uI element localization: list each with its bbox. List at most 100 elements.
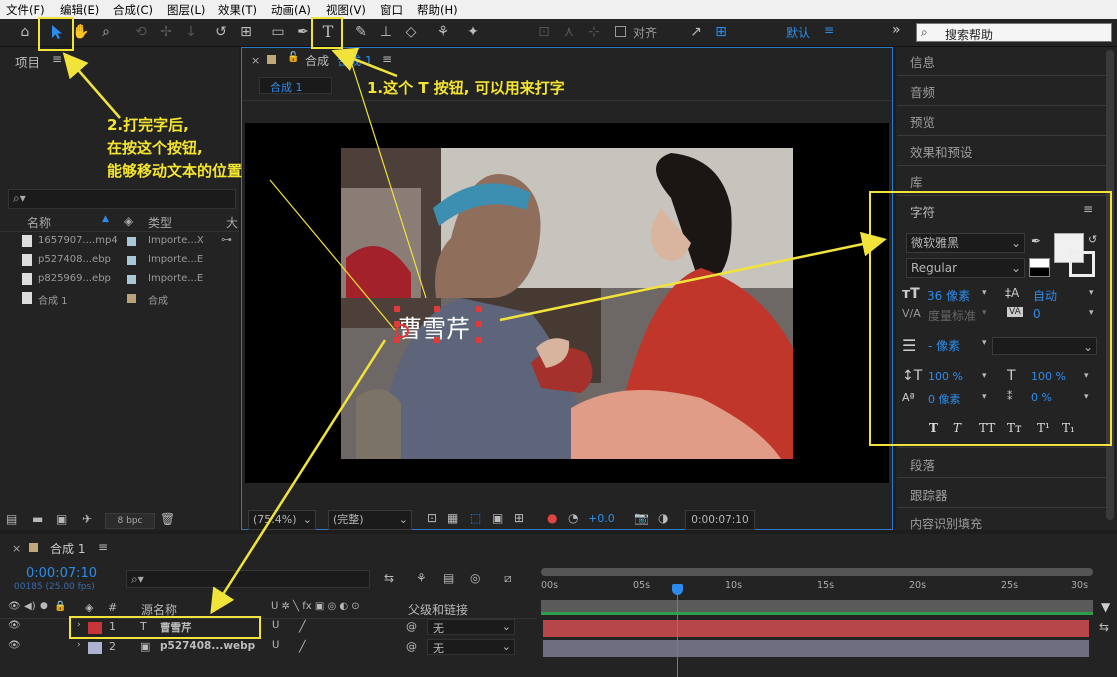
mask-path-icon[interactable]: ⬚	[470, 511, 481, 525]
exposure-value[interactable]: +0.0	[588, 512, 615, 525]
expand-arrow-icon[interactable]: ›	[77, 640, 81, 650]
sort-ascending-icon[interactable]: ▲	[102, 214, 109, 224]
layer-duration-bar[interactable]	[543, 620, 1089, 637]
new-composition-icon[interactable]: ▣	[56, 512, 67, 526]
comp-menu-icon[interactable]: ≡	[382, 52, 392, 66]
transparency-grid-icon[interactable]: ▦	[447, 511, 458, 525]
channel-icon[interactable]: ●	[547, 511, 557, 525]
layer-row[interactable]: 👁 › 2 ▣ p527408...webp ᑌ ╱ @ 无 ⌄	[0, 638, 537, 658]
video-switch-icon[interactable]: 👁	[8, 601, 21, 612]
menu-file[interactable]: 文件(F)	[6, 2, 45, 18]
rotate-camera-icon[interactable]: ⟲	[130, 21, 152, 43]
region-of-interest-icon[interactable]: ⊡	[427, 511, 437, 525]
current-time[interactable]: 0:00:07:10	[26, 566, 97, 581]
world-axis-icon[interactable]: ⋏	[558, 21, 580, 43]
interpret-footage-icon[interactable]: ▤	[6, 512, 17, 526]
motion-blur-icon[interactable]: ◎	[470, 571, 480, 585]
audio-switch-icon[interactable]: ◀)	[24, 601, 36, 612]
col-extra[interactable]: 大	[226, 214, 238, 231]
project-item[interactable]: 1657907....mp4 Importe...X ⊶	[0, 232, 240, 251]
trash-icon[interactable]: 🗑	[160, 512, 175, 526]
time-graph[interactable]: 00s 05s 10s 15s 20s 25s 30s	[537, 564, 1103, 677]
comp-tab-name[interactable]: 合成 1	[337, 52, 372, 69]
eye-icon[interactable]: 👁	[8, 640, 21, 651]
project-search-input[interactable]: ⌕▾	[8, 189, 236, 209]
panel-tracker[interactable]: 跟踪器	[910, 485, 948, 504]
new-folder-icon[interactable]: ▬	[32, 512, 43, 526]
layer-label-color[interactable]	[88, 642, 102, 654]
comp-mini-flowchart-icon[interactable]: ⇆	[384, 571, 394, 585]
panel-paragraph[interactable]: 段落	[910, 455, 935, 474]
clone-stamp-tool-icon[interactable]: ⊥	[375, 21, 397, 43]
col-name[interactable]: 名称	[27, 214, 51, 231]
guides-icon[interactable]: ▣	[492, 511, 503, 525]
zoom-out-icon[interactable]: ▼	[1101, 600, 1110, 614]
shy-switch-icon[interactable]: ᑌ	[272, 620, 279, 631]
keyframe-nav-icon[interactable]: ⇆	[1099, 620, 1109, 634]
pickwhip-icon[interactable]: @	[406, 640, 417, 653]
expand-icon[interactable]: »	[892, 22, 901, 38]
quality-switch-icon[interactable]: ╱	[299, 640, 306, 653]
home-icon[interactable]: ⌂	[14, 21, 36, 43]
snap-grid-icon[interactable]: ⊞	[710, 21, 732, 43]
composition-viewer[interactable]: 曹雪芹	[245, 123, 889, 483]
label-tag-icon[interactable]: ◈	[124, 214, 133, 228]
panel-effects-presets[interactable]: 效果和预设	[910, 142, 973, 161]
lock-switch-icon[interactable]: 🔒	[54, 601, 66, 612]
viewer-timecode[interactable]: 0:00:07:10	[685, 510, 755, 530]
pan-behind-tool-icon[interactable]: ⊞	[235, 21, 257, 43]
timeline-tab[interactable]: 合成 1	[50, 540, 85, 557]
eye-icon[interactable]: 👁	[8, 620, 21, 631]
resolution-dropdown[interactable]: (完整) ⌄	[328, 510, 412, 530]
menu-help[interactable]: 帮助(H)	[417, 2, 458, 18]
close-icon[interactable]: ×	[251, 54, 260, 67]
pan-camera-icon[interactable]: ✢	[155, 21, 177, 43]
menu-composition[interactable]: 合成(C)	[113, 2, 153, 18]
rectangle-tool-icon[interactable]: ▭	[267, 21, 289, 43]
time-ruler[interactable]: 00s 05s 10s 15s 20s 25s 30s	[541, 580, 1093, 598]
timeline-search-input[interactable]: ⌕▾	[126, 570, 370, 588]
menu-window[interactable]: 窗口	[380, 2, 403, 18]
rotation-tool-icon[interactable]: ↺	[210, 21, 232, 43]
parent-header[interactable]: 父级和链接	[408, 601, 468, 618]
puppet-pin-icon[interactable]: ✦	[462, 21, 484, 43]
panel-content-aware-fill[interactable]: 内容识别填充	[910, 515, 982, 532]
solo-switch-icon[interactable]: ●	[40, 601, 48, 611]
grid-options-icon[interactable]: ⊞	[514, 511, 524, 525]
layer-name[interactable]: p527408...webp	[160, 640, 255, 652]
project-item[interactable]: 合成 1 合成	[0, 289, 240, 308]
canvas-text-layer[interactable]: 曹雪芹	[394, 306, 482, 343]
menu-view[interactable]: 视图(V)	[326, 2, 366, 18]
snap-checkbox[interactable]	[615, 26, 626, 37]
layer-duration-bar[interactable]	[543, 640, 1089, 657]
lock-icon[interactable]: 🔓	[287, 52, 299, 63]
snap-options-icon[interactable]: ↗	[685, 21, 707, 43]
comp-breadcrumb[interactable]: 合成 1	[259, 77, 332, 94]
project-item[interactable]: p825969...ebp Importe...E	[0, 270, 240, 289]
brush-tool-icon[interactable]: ✎	[350, 21, 372, 43]
work-area-bar[interactable]	[541, 568, 1093, 576]
menu-animation[interactable]: 动画(A)	[271, 2, 311, 18]
menu-edit[interactable]: 编辑(E)	[60, 2, 99, 18]
view-axis-icon[interactable]: ⊹	[583, 21, 605, 43]
graph-editor-icon[interactable]: ⧄	[504, 571, 512, 586]
dolly-camera-icon[interactable]: ↓	[180, 21, 202, 43]
close-icon[interactable]: ×	[12, 542, 21, 555]
frame-blending-icon[interactable]: ▤	[443, 571, 454, 585]
snapshot-icon[interactable]: 📷	[634, 511, 649, 525]
help-search-input[interactable]: ⌕ 搜索帮助	[916, 23, 1112, 42]
project-item[interactable]: p527408...ebp Importe...E	[0, 251, 240, 270]
show-snapshot-icon[interactable]: ◑	[658, 511, 668, 525]
project-menu-icon[interactable]: ≡	[52, 52, 62, 66]
parent-dropdown[interactable]: 无 ⌄	[427, 619, 515, 635]
playhead[interactable]	[671, 584, 683, 677]
color-management-icon[interactable]: ◔	[568, 511, 578, 525]
panel-library[interactable]: 库	[910, 172, 923, 191]
workspace-default[interactable]: 默认	[786, 24, 810, 41]
label-column-icon[interactable]: ◈	[85, 601, 93, 614]
flowchart-icon[interactable]: ⊶	[221, 233, 232, 246]
menu-layer[interactable]: 图层(L)	[167, 2, 205, 18]
pickwhip-icon[interactable]: @	[406, 620, 417, 633]
parent-dropdown[interactable]: 无 ⌄	[427, 639, 515, 655]
shy-switch-icon[interactable]: ᑌ	[272, 640, 279, 651]
